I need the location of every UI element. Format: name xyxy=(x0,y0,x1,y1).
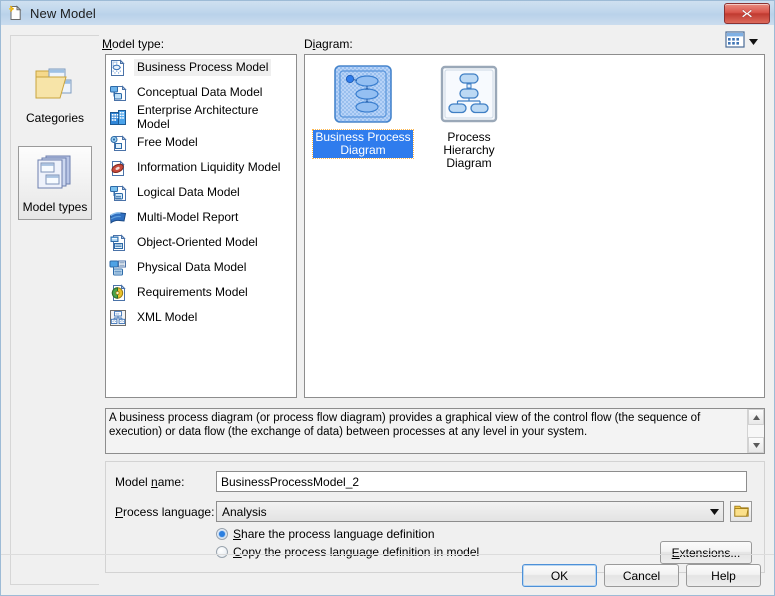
list-item-label: Conceptual Data Model xyxy=(137,85,263,99)
conceptual-data-model-icon xyxy=(109,84,127,102)
list-item-label: XML Model xyxy=(137,310,198,324)
sidebar-item-model-types[interactable]: Model types xyxy=(18,146,92,220)
list-item-label: Free Model xyxy=(137,135,198,149)
folder-documents-icon xyxy=(33,64,77,107)
list-item[interactable]: Multi-Model Report xyxy=(106,205,296,230)
close-button[interactable] xyxy=(724,3,770,24)
object-oriented-model-icon xyxy=(109,233,127,252)
svg-text:<>: <> xyxy=(120,319,124,323)
xml-model-icon: <> <> <> xyxy=(109,309,127,327)
scroll-up-arrow-icon[interactable] xyxy=(748,409,764,425)
logical-data-model-icon xyxy=(109,184,127,202)
radio-share-indicator[interactable] xyxy=(216,528,228,540)
diagram-label-line2: Diagram xyxy=(340,143,386,157)
model-name-input[interactable] xyxy=(216,471,747,492)
model-type-label: Model type: xyxy=(102,37,164,51)
view-mode-button[interactable] xyxy=(725,31,765,51)
svg-text:<>: <> xyxy=(112,319,116,323)
sidebar-item-categories[interactable]: Categories xyxy=(18,57,92,131)
model-type-list[interactable]: Business Process Model Conceptual Data M… xyxy=(105,54,297,398)
list-item-label: Physical Data Model xyxy=(137,260,247,274)
description-text: A business process diagram (or process f… xyxy=(109,412,701,438)
dialog-footer: OK Cancel Help xyxy=(1,554,774,595)
list-item-label: Multi-Model Report xyxy=(137,210,239,224)
enterprise-architecture-model-icon xyxy=(109,109,127,127)
list-item-label: Information Liquidity Model xyxy=(137,160,281,174)
diagram-item-business-process[interactable]: Business Process Diagram xyxy=(312,63,414,159)
list-item[interactable]: Information Liquidity Model xyxy=(106,155,296,180)
list-item-label: Logical Data Model xyxy=(137,185,240,199)
cancel-button[interactable]: Cancel xyxy=(604,564,679,587)
svg-text:<>: <> xyxy=(115,312,119,316)
description-scrollbar[interactable] xyxy=(747,409,764,453)
title-bar: New Model xyxy=(1,1,774,26)
requirements-model-icon xyxy=(109,283,127,302)
diagram-label-line2: Diagram xyxy=(446,156,492,170)
model-name-accel: n xyxy=(151,475,158,489)
sidebar: Categories Model types xyxy=(10,35,99,585)
help-label: Help xyxy=(711,568,736,583)
process-language-accel: P xyxy=(115,505,124,519)
new-model-dialog: New Model Categories Model types Model t… xyxy=(0,0,775,596)
cancel-label: Cancel xyxy=(622,568,661,583)
model-type-accel: M xyxy=(102,37,112,51)
business-process-diagram-thumbnail xyxy=(332,63,394,125)
new-document-icon xyxy=(8,5,24,21)
list-view-icon xyxy=(725,31,745,51)
list-item-label: Object-Oriented Model xyxy=(137,235,258,249)
chevron-down-icon[interactable] xyxy=(706,508,723,515)
list-item[interactable]: Object-Oriented Model xyxy=(106,230,296,255)
business-process-model-icon xyxy=(109,58,127,77)
chevron-down-icon[interactable] xyxy=(749,34,758,48)
diagram-label-line1: Process Hierarchy xyxy=(443,130,495,157)
physical-data-model-icon xyxy=(109,259,127,277)
process-language-value: Analysis xyxy=(222,504,267,519)
sidebar-item-label: Model types xyxy=(22,199,88,214)
list-item-label: Requirements Model xyxy=(137,285,248,299)
list-item[interactable]: Logical Data Model xyxy=(106,180,296,205)
list-item-label: Enterprise Architecture Model xyxy=(137,103,259,131)
diagram-item-process-hierarchy[interactable]: Process Hierarchy Diagram xyxy=(419,63,519,171)
radio-share-label: Share the process language definition xyxy=(233,527,435,541)
close-icon xyxy=(741,9,753,18)
list-item[interactable]: Physical Data Model xyxy=(106,255,296,280)
process-language-combobox[interactable]: Analysis xyxy=(216,501,724,522)
description-box: A business process diagram (or process f… xyxy=(105,408,765,454)
process-language-label: Process language: xyxy=(115,505,215,519)
model-type-label-rest: odel type: xyxy=(112,37,165,51)
help-button[interactable]: Help xyxy=(686,564,761,587)
browse-process-language-button[interactable] xyxy=(730,501,752,522)
ok-button[interactable]: OK xyxy=(522,564,597,587)
ok-label: OK xyxy=(550,568,569,583)
diagram-item-label: Business Process Diagram xyxy=(312,129,414,159)
list-item[interactable]: Requirements Model xyxy=(106,280,296,305)
diagram-panel[interactable]: Business Process Diagram Process Hierarc… xyxy=(304,54,765,398)
dialog-client-area: Categories Model types Model type: Diagr… xyxy=(1,25,774,595)
folder-icon xyxy=(733,504,749,520)
list-item-label: Business Process Model xyxy=(134,59,272,76)
list-item[interactable]: <> <> <> XML Model xyxy=(106,305,296,330)
list-item[interactable]: Business Process Model xyxy=(106,55,296,80)
information-liquidity-model-icon xyxy=(109,159,127,177)
model-name-label: Model name: xyxy=(115,475,185,489)
diagram-label-line1: Business Process xyxy=(315,130,411,144)
stacked-windows-icon xyxy=(33,153,77,196)
diagram-label: Diagram: xyxy=(304,37,353,51)
sidebar-item-label: Categories xyxy=(25,110,85,125)
multi-model-report-icon xyxy=(109,209,127,227)
process-hierarchy-diagram-thumbnail xyxy=(438,63,500,125)
radio-share-accel: S xyxy=(233,527,242,541)
radio-share-language[interactable]: Share the process language definition xyxy=(216,527,435,541)
list-item[interactable]: Enterprise Architecture Model xyxy=(106,103,296,131)
scroll-down-arrow-icon[interactable] xyxy=(748,437,764,453)
free-model-icon xyxy=(109,134,127,152)
diagram-item-label: Process Hierarchy Diagram xyxy=(419,130,519,171)
window-title: New Model xyxy=(30,5,96,21)
list-item[interactable]: Free Model xyxy=(106,130,296,155)
